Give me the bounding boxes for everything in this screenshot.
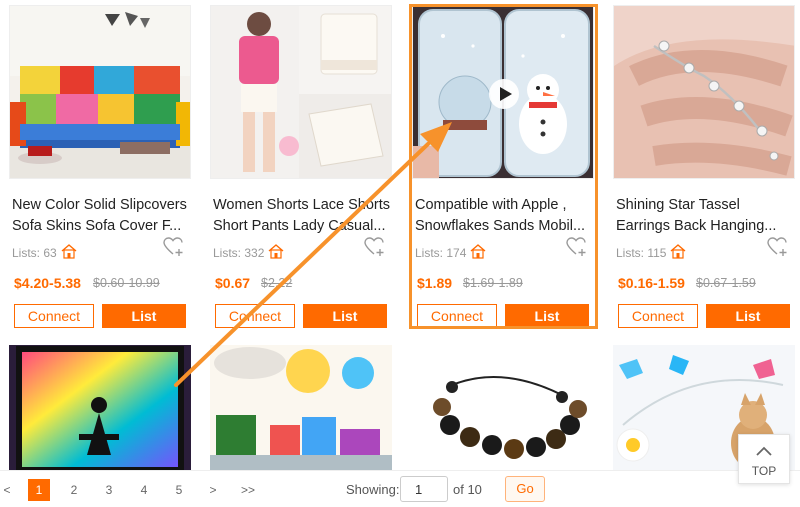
page-5-button[interactable]: 5	[168, 479, 190, 501]
product-title-line1[interactable]: New Color Solid Slipcovers	[12, 195, 190, 216]
product-title[interactable]: Shining Star Tassel Earrings Back Hangin…	[616, 195, 794, 237]
product-original-price: $2.22	[261, 276, 293, 290]
back-to-top-button[interactable]: TOP	[738, 434, 790, 484]
product-original-price: $0.60-10.99	[93, 276, 160, 290]
heart-plus-icon[interactable]	[566, 237, 588, 262]
back-to-top-label: TOP	[751, 464, 777, 478]
list-button[interactable]: List	[303, 304, 387, 328]
list-button[interactable]: List	[102, 304, 186, 328]
product-title[interactable]: Compatible with Apple , Snowflakes Sands…	[415, 195, 593, 237]
heart-plus-icon[interactable]	[767, 237, 789, 262]
product-title-line1[interactable]: Compatible with Apple ,	[415, 195, 593, 216]
product-price: $0.67	[215, 275, 251, 291]
product-image-shorts[interactable]	[210, 5, 392, 179]
lists-label: Lists: 115	[616, 245, 667, 260]
connect-button[interactable]: Connect	[417, 304, 497, 328]
house-icon	[470, 243, 486, 262]
house-icon	[61, 243, 77, 262]
product-card[interactable]: Compatible with Apple , Snowflakes Sands…	[412, 5, 594, 328]
connect-button[interactable]: Connect	[618, 304, 698, 328]
product-title[interactable]: New Color Solid Slipcovers Sofa Skins So…	[12, 195, 190, 237]
product-image-phone-case[interactable]	[412, 5, 594, 179]
page-2-button[interactable]: 2	[63, 479, 85, 501]
list-button[interactable]: List	[505, 304, 589, 328]
page-number-input[interactable]	[400, 476, 448, 502]
product-card[interactable]: Women Shorts Lace Shorts Short Pants Lad…	[210, 5, 392, 328]
product-price: $4.20-5.38	[14, 275, 81, 291]
product-title-line1[interactable]: Shining Star Tassel	[616, 195, 794, 216]
page-4-button[interactable]: 4	[133, 479, 155, 501]
product-title[interactable]: Women Shorts Lace Shorts Short Pants Lad…	[213, 195, 391, 237]
product-card[interactable]: Shining Star Tassel Earrings Back Hangin…	[613, 5, 795, 328]
house-icon	[268, 243, 284, 262]
page-1-button[interactable]: 1	[28, 479, 50, 501]
heart-plus-icon[interactable]	[364, 237, 386, 262]
product-image-ring[interactable]	[613, 5, 795, 179]
product-image-toys[interactable]	[210, 345, 392, 470]
connect-button[interactable]: Connect	[14, 304, 94, 328]
product-image-sofa[interactable]	[9, 5, 191, 179]
product-original-price: $1.69-1.89	[463, 276, 523, 290]
lists-count: Lists: 174	[415, 243, 486, 262]
last-page-button[interactable]: >>	[234, 479, 262, 501]
product-title-line2[interactable]: Short Pants Lady Casual...	[213, 216, 391, 237]
lists-count: Lists: 332	[213, 243, 284, 262]
chevron-up-icon	[755, 444, 773, 461]
heart-plus-icon[interactable]	[163, 237, 185, 262]
product-price: $1.89	[417, 275, 453, 291]
house-icon	[670, 243, 686, 262]
product-card[interactable]: New Color Solid Slipcovers Sofa Skins So…	[9, 5, 191, 328]
go-button[interactable]: Go	[505, 476, 545, 502]
connect-button[interactable]: Connect	[215, 304, 295, 328]
product-title-line2[interactable]: Sofa Skins Sofa Cover F...	[12, 216, 190, 237]
lists-count: Lists: 115	[616, 243, 686, 262]
product-title-line2[interactable]: Earrings Back Hanging...	[616, 216, 794, 237]
product-title-line2[interactable]: Snowflakes Sands Mobil...	[415, 216, 593, 237]
showing-label: Showing:	[346, 482, 400, 497]
product-image-tapestry[interactable]	[9, 345, 191, 470]
product-image-bracelet[interactable]	[412, 345, 594, 470]
pagination-bar: < 1 2 3 4 5 > >> Showing: of 10 Go	[0, 470, 800, 507]
lists-label: Lists: 332	[213, 245, 265, 260]
page-3-button[interactable]: 3	[98, 479, 120, 501]
product-grid: New Color Solid Slipcovers Sofa Skins So…	[0, 0, 800, 470]
play-icon[interactable]	[488, 78, 520, 115]
prev-page-button[interactable]: <	[0, 479, 14, 501]
lists-count: Lists: 63	[12, 243, 77, 262]
lists-label: Lists: 174	[415, 245, 467, 260]
lists-label: Lists: 63	[12, 245, 57, 260]
next-page-button[interactable]: >	[202, 479, 224, 501]
product-original-price: $0.67-1.59	[696, 276, 756, 290]
product-title-line1[interactable]: Women Shorts Lace Shorts	[213, 195, 391, 216]
list-button[interactable]: List	[706, 304, 790, 328]
total-pages-label: of 10	[453, 482, 482, 497]
product-price: $0.16-1.59	[618, 275, 685, 291]
